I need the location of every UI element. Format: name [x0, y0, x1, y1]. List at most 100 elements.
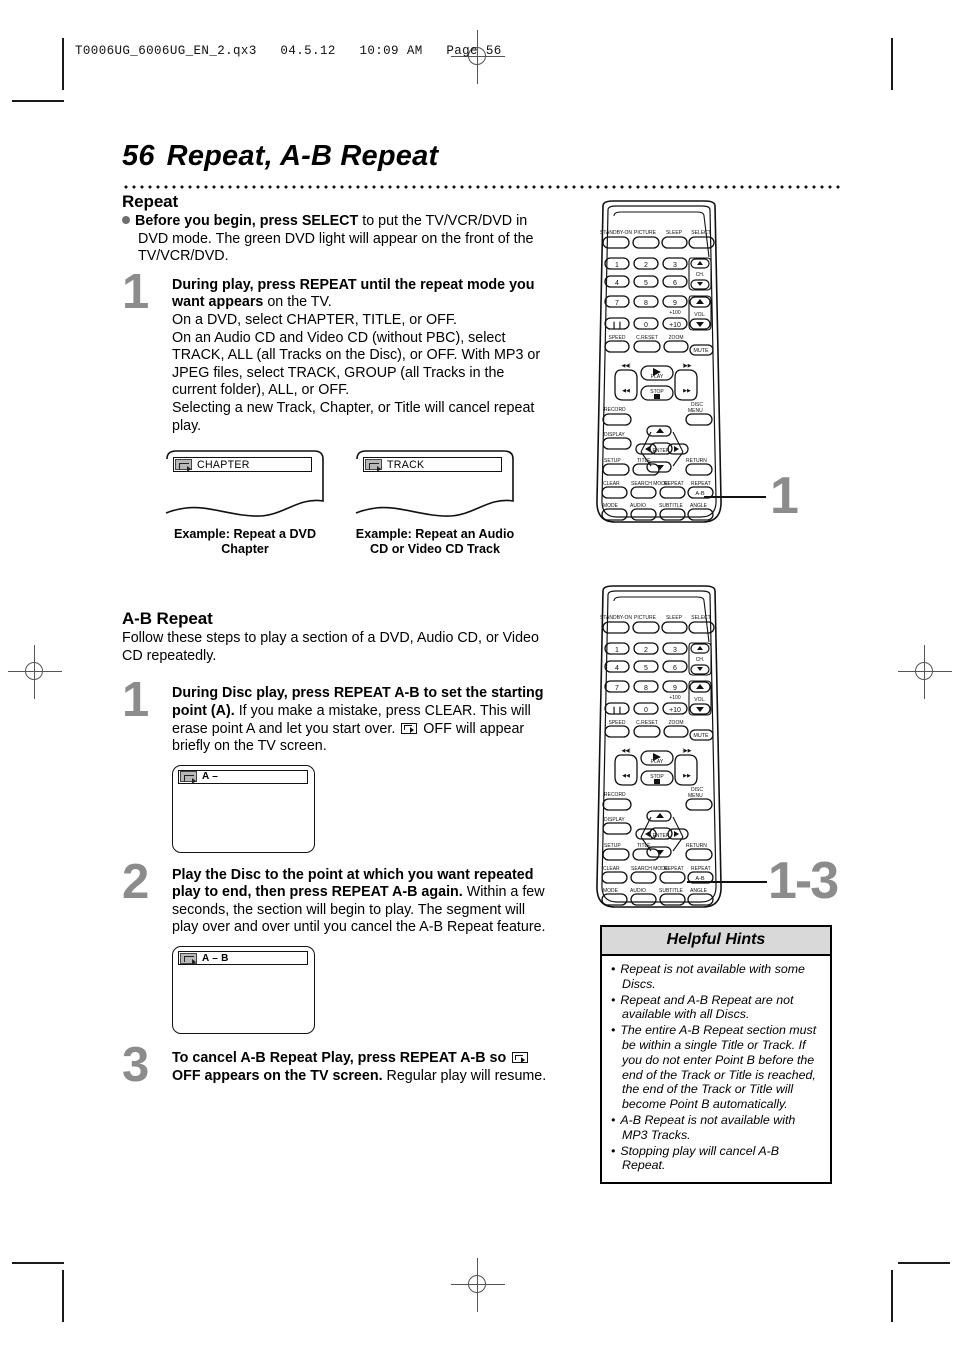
- svg-text:PICTURE: PICTURE: [634, 230, 657, 236]
- svg-text:SELECT: SELECT: [691, 230, 710, 236]
- svg-text:REPEAT: REPEAT: [664, 481, 684, 487]
- svg-text:|▶▶: |▶▶: [683, 748, 692, 754]
- callout-number-bottom: 1-3: [768, 852, 839, 910]
- before-begin-bold: Before you begin, press SELECT: [135, 213, 359, 229]
- svg-text:8: 8: [644, 300, 648, 307]
- example-screen-chapter: CHAPTER Example: Repeat a DVD Chapter: [164, 449, 326, 556]
- step-number: 3: [122, 1038, 150, 1093]
- dotted-rule: [122, 181, 840, 189]
- remote-body-bottom: STANDBY-ON PICTURE SLEEP SELECT 1 2 3 4 5 6 7 8…: [596, 585, 722, 908]
- svg-text:MODE: MODE: [603, 888, 619, 894]
- svg-text:MENU: MENU: [688, 793, 703, 799]
- svg-text:▶▶: ▶▶: [683, 773, 691, 779]
- svg-text:STANDBY-ON: STANDBY-ON: [600, 615, 632, 621]
- svg-text:CH.: CH.: [696, 272, 705, 278]
- left-content-column: Repeat Before you begin, press SELECT to…: [122, 192, 547, 1090]
- svg-text:SELECT: SELECT: [691, 615, 710, 621]
- svg-text:4: 4: [615, 665, 619, 672]
- svg-text:CLEAR: CLEAR: [603, 866, 620, 872]
- svg-text:SPEED: SPEED: [609, 720, 626, 726]
- ab-step-2: 2 Play the Disc to the point at which yo…: [122, 857, 547, 937]
- osd-bar: A – B: [178, 951, 308, 966]
- hint-text: Repeat and A-B Repeat are not available …: [620, 992, 794, 1022]
- hint-text: A-B Repeat is not available with MP3 Tra…: [620, 1112, 796, 1142]
- svg-text:REPEAT: REPEAT: [664, 866, 684, 872]
- ab-step3-bold-b: OFF appears on the TV screen.: [172, 1067, 383, 1084]
- bullet-icon: •: [611, 1143, 616, 1158]
- svg-text:PLAY: PLAY: [651, 374, 664, 380]
- callout-line-bottom: [687, 881, 767, 883]
- hint-item: • Stopping play will cancel A-B Repeat.: [609, 1144, 823, 1174]
- svg-text:ANGLE: ANGLE: [690, 503, 708, 509]
- osd-text: A – B: [202, 952, 229, 964]
- svg-text:CH.: CH.: [696, 657, 705, 663]
- svg-text:3: 3: [673, 262, 677, 269]
- svg-text:AUDIO: AUDIO: [630, 503, 646, 509]
- osd-bar: A –: [178, 769, 308, 784]
- svg-text:MENU: MENU: [688, 408, 703, 414]
- svg-text:+10: +10: [669, 707, 681, 714]
- helpful-hints-box: Helpful Hints • Repeat is not available w…: [600, 925, 832, 1185]
- svg-text:5: 5: [644, 665, 648, 672]
- registration-mark-left: [8, 645, 62, 699]
- svg-text:6: 6: [673, 280, 677, 287]
- osd-text: CHAPTER: [197, 458, 250, 471]
- bullet-dot-icon: [122, 216, 130, 224]
- crop-mark-top-right-v: [891, 38, 893, 90]
- svg-text:PLAY: PLAY: [651, 759, 664, 765]
- svg-text:5: 5: [644, 280, 648, 287]
- step1-line-3: Selecting a new Track, Chapter, or Title…: [172, 399, 535, 434]
- step1-line-2: On an Audio CD and Video CD (without PBC…: [172, 329, 541, 399]
- svg-text:ENTER: ENTER: [653, 833, 670, 839]
- svg-text:1: 1: [615, 647, 619, 654]
- svg-text:SETUP: SETUP: [604, 458, 621, 464]
- hint-item: • Repeat and A-B Repeat are not available…: [609, 993, 823, 1023]
- svg-text:7: 7: [615, 300, 619, 307]
- svg-text:|▶▶: |▶▶: [683, 363, 692, 369]
- svg-text:C.RESET: C.RESET: [636, 335, 658, 341]
- svg-text:RETURN: RETURN: [686, 843, 707, 849]
- svg-text:3: 3: [673, 647, 677, 654]
- ab-screen-ab: A – B: [172, 946, 315, 1035]
- svg-text:0: 0: [644, 707, 648, 714]
- svg-text:MUTE: MUTE: [693, 733, 709, 739]
- repeat-icon: [180, 952, 197, 966]
- svg-text:RETURN: RETURN: [686, 458, 707, 464]
- svg-text:9: 9: [673, 300, 677, 307]
- svg-text:PICTURE: PICTURE: [634, 615, 657, 621]
- svg-text:C.RESET: C.RESET: [636, 720, 658, 726]
- crop-mark-top-left-h: [12, 100, 64, 102]
- osd-text: TRACK: [387, 458, 425, 471]
- helpful-hints-list: • Repeat is not available with some Discs…: [602, 956, 830, 1182]
- osd-bar: TRACK: [363, 457, 502, 473]
- svg-text:DISPLAY: DISPLAY: [604, 432, 625, 438]
- repeat-icon: [180, 771, 197, 784]
- svg-text:TITLE: TITLE: [637, 458, 651, 464]
- svg-text:8: 8: [644, 685, 648, 692]
- ab-step3-rest: Regular play will resume.: [382, 1067, 547, 1084]
- example-caption: Example: Repeat an Audio CD or Video CD …: [355, 527, 515, 556]
- bullet-icon: •: [611, 1112, 616, 1127]
- svg-text:DISPLAY: DISPLAY: [604, 817, 625, 823]
- svg-text:❙❙: ❙❙: [611, 706, 623, 714]
- svg-text:1: 1: [615, 262, 619, 269]
- callout-line-top: [704, 496, 766, 498]
- hint-item: • A-B Repeat is not available with MP3 Tr…: [609, 1113, 823, 1143]
- repeat-icon: [175, 459, 192, 472]
- svg-text:REPEAT: REPEAT: [691, 481, 711, 487]
- ab-repeat-heading: A-B Repeat: [122, 609, 213, 629]
- svg-text:MODE: MODE: [603, 503, 619, 509]
- helpful-hints-title: Helpful Hints: [602, 927, 830, 956]
- repeat-step-1: 1 During play, press REPEAT until the re…: [122, 267, 547, 435]
- ab-repeat-intro: Follow these steps to play a section of …: [122, 630, 539, 664]
- step-number: 1: [122, 264, 150, 319]
- svg-text:STANDBY-ON: STANDBY-ON: [600, 230, 632, 236]
- osd-bar: CHAPTER: [173, 457, 312, 473]
- page-number: 56: [122, 140, 155, 172]
- svg-text:MUTE: MUTE: [693, 348, 709, 354]
- ab-step-1: 1 During Disc play, press REPEAT A-B to …: [122, 676, 547, 755]
- bullet-icon: •: [611, 962, 616, 976]
- svg-text:ENTER: ENTER: [653, 448, 670, 454]
- svg-text:SPEED: SPEED: [609, 335, 626, 341]
- svg-text:◀◀: ◀◀: [622, 388, 630, 394]
